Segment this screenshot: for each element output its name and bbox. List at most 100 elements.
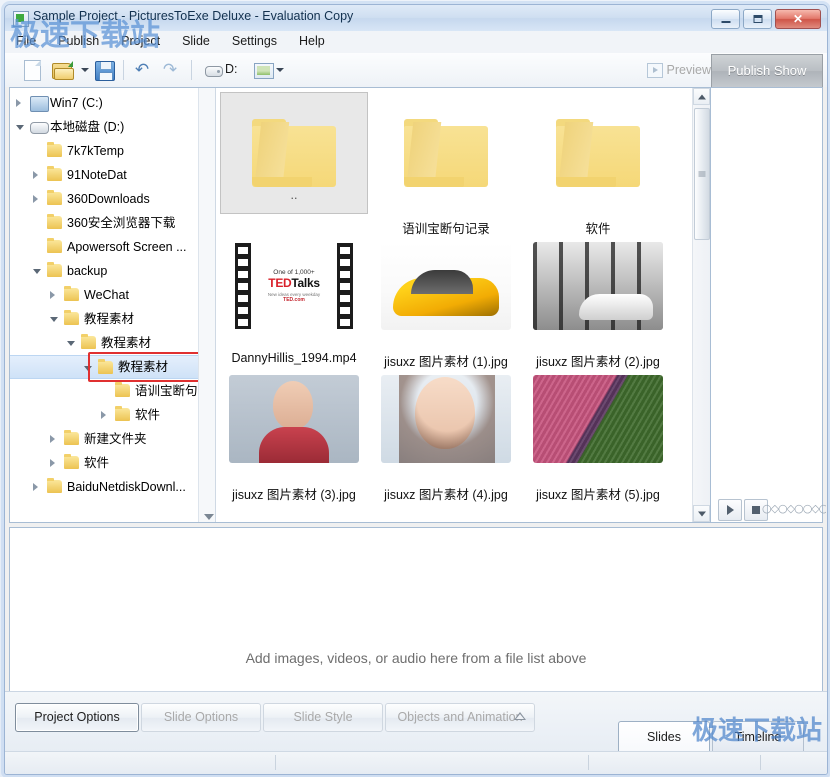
chevron-right-icon[interactable] bbox=[16, 99, 21, 107]
file-item[interactable]: jisuxz 图片素材 (4).jpg bbox=[372, 358, 520, 488]
chevron-right-icon[interactable] bbox=[50, 459, 55, 467]
main-content: Win7 (C:)本地磁盘 (D:)7k7kTemp91NoteDat360Do… bbox=[5, 87, 827, 691]
file-item[interactable]: 软件 bbox=[524, 92, 672, 222]
chevron-right-icon[interactable] bbox=[50, 435, 55, 443]
file-item[interactable]: 语训宝断句记录 bbox=[372, 92, 520, 222]
folder-icon bbox=[115, 408, 130, 421]
menu-item-file[interactable]: File bbox=[5, 31, 47, 51]
folder-tree[interactable]: Win7 (C:)本地磁盘 (D:)7k7kTemp91NoteDat360Do… bbox=[10, 88, 216, 522]
file-item[interactable]: .. bbox=[220, 92, 368, 222]
chevron-right-icon[interactable] bbox=[101, 411, 106, 419]
minimize-button[interactable] bbox=[711, 9, 740, 29]
play-button[interactable] bbox=[718, 499, 742, 521]
status-divider-1 bbox=[275, 755, 276, 770]
file-thumbnail-container bbox=[220, 358, 368, 480]
open-dropdown-icon[interactable] bbox=[81, 68, 89, 72]
tree-item[interactable]: WeChat bbox=[10, 283, 199, 307]
scroll-up-button[interactable] bbox=[693, 88, 710, 105]
tree-item[interactable]: 360Downloads bbox=[10, 187, 199, 211]
tree-item[interactable]: Win7 (C:) bbox=[10, 91, 199, 115]
tree-item[interactable]: 教程素材 bbox=[10, 331, 199, 355]
menu-item-help[interactable]: Help bbox=[288, 31, 336, 51]
collapse-panel-icon[interactable] bbox=[514, 712, 526, 720]
publish-show-button[interactable]: Publish Show bbox=[711, 54, 823, 88]
view-mode-dropdown-icon[interactable] bbox=[276, 68, 284, 72]
tab-slides[interactable]: Slides bbox=[618, 721, 710, 752]
chevron-down-icon[interactable] bbox=[84, 366, 92, 371]
tree-item[interactable]: 教程素材 bbox=[10, 355, 199, 379]
menu-item-project[interactable]: Project bbox=[110, 31, 171, 51]
undo-button[interactable]: ↶ bbox=[129, 57, 155, 83]
file-item[interactable]: One of 1,000+TEDTalksNew ideas every wee… bbox=[220, 225, 368, 355]
tree-item[interactable]: 本地磁盘 (D:) bbox=[10, 115, 199, 139]
menu-item-slide[interactable]: Slide bbox=[171, 31, 221, 51]
preview-button[interactable]: Preview bbox=[647, 58, 711, 82]
chevron-down-icon[interactable] bbox=[16, 125, 24, 130]
menu-item-publish[interactable]: Publish bbox=[47, 31, 110, 51]
tree-item-label: 教程素材 bbox=[118, 356, 168, 378]
view-mode-icon[interactable] bbox=[254, 63, 274, 79]
file-thumbnail-container bbox=[524, 358, 672, 480]
tree-scroll-down-icon[interactable] bbox=[204, 514, 214, 520]
new-project-button[interactable] bbox=[19, 57, 45, 83]
chevron-right-icon[interactable] bbox=[33, 195, 38, 203]
save-project-button[interactable] bbox=[91, 57, 117, 83]
scrollbar-thumb[interactable] bbox=[694, 108, 710, 240]
file-name-label: jisuxz 图片素材 (4).jpg bbox=[372, 484, 520, 503]
tree-item[interactable]: Apowersoft Screen ... bbox=[10, 235, 199, 259]
tree-item[interactable]: BaiduNetdiskDownl... bbox=[10, 475, 199, 499]
menu-bar: FilePublishProjectSlideSettingsHelp bbox=[5, 31, 827, 54]
tree-item[interactable]: 360安全浏览器下载 bbox=[10, 211, 199, 235]
tree-item-label: 软件 bbox=[135, 403, 160, 427]
chevron-right-icon[interactable] bbox=[33, 483, 38, 491]
tab-timeline[interactable]: Timeline bbox=[712, 721, 804, 752]
scroll-down-button[interactable] bbox=[693, 505, 710, 522]
project-options-button[interactable]: Project Options bbox=[15, 703, 139, 732]
folder-icon bbox=[47, 192, 62, 205]
close-button[interactable]: ✕ bbox=[775, 9, 821, 29]
chevron-down-icon[interactable] bbox=[50, 317, 58, 322]
stop-icon bbox=[752, 506, 760, 514]
bottom-toolbar: Project OptionsSlide OptionsSlide StyleO… bbox=[5, 691, 827, 752]
tree-item[interactable]: 软件 bbox=[10, 403, 199, 427]
maximize-button[interactable] bbox=[743, 9, 772, 29]
tree-item[interactable]: 91NoteDat bbox=[10, 163, 199, 187]
undo-icon: ↶ bbox=[133, 61, 151, 79]
tree-item[interactable]: backup bbox=[10, 259, 199, 283]
open-project-button[interactable] bbox=[49, 57, 75, 83]
preview-pane bbox=[710, 87, 823, 523]
tree-scrollbar[interactable] bbox=[198, 88, 215, 522]
file-browser-pane: Win7 (C:)本地磁盘 (D:)7k7kTemp91NoteDat360Do… bbox=[9, 87, 711, 523]
chevron-right-icon[interactable] bbox=[33, 171, 38, 179]
drop-zone-message: Add images, videos, or audio here from a… bbox=[10, 650, 822, 666]
file-item[interactable]: jisuxz 图片素材 (3).jpg bbox=[220, 358, 368, 488]
drive-label[interactable]: D: bbox=[225, 62, 238, 76]
file-list-scrollbar[interactable] bbox=[692, 88, 710, 522]
chevron-down-icon[interactable] bbox=[33, 269, 41, 274]
objects-and-animation-button: Objects and Animation bbox=[385, 703, 535, 732]
title-bar: Sample Project - PicturesToExe Deluxe - … bbox=[5, 5, 827, 32]
file-item[interactable]: jisuxz 图片素材 (2).jpg bbox=[524, 225, 672, 355]
menu-item-settings[interactable]: Settings bbox=[221, 31, 288, 51]
tree-item[interactable]: 教程素材 bbox=[10, 307, 199, 331]
tree-item[interactable]: 7k7kTemp bbox=[10, 139, 199, 163]
tree-item[interactable]: 软件 bbox=[10, 451, 199, 475]
file-item[interactable]: jisuxz 图片素材 (1).jpg bbox=[372, 225, 520, 355]
image-thumbnail bbox=[381, 375, 511, 463]
file-item[interactable]: jisuxz 图片素材 (5).jpg bbox=[524, 358, 672, 488]
folder-icon bbox=[47, 480, 62, 493]
chevron-right-icon[interactable] bbox=[50, 291, 55, 299]
tree-item[interactable]: 语训宝断句记录 bbox=[10, 379, 199, 403]
video-thumbnail: One of 1,000+TEDTalksNew ideas every wee… bbox=[235, 243, 353, 329]
tree-item-label: 新建文件夹 bbox=[84, 427, 147, 451]
redo-button[interactable]: ↷ bbox=[157, 57, 183, 83]
tree-item[interactable]: 新建文件夹 bbox=[10, 427, 199, 451]
file-list[interactable]: ..语训宝断句记录软件 One of 1,000+TEDTalksNew idea… bbox=[216, 88, 710, 522]
folder-icon bbox=[115, 384, 130, 397]
file-thumbnail-container bbox=[372, 92, 520, 214]
chevron-down-icon[interactable] bbox=[67, 341, 75, 346]
preview-label: Preview bbox=[667, 63, 711, 77]
window-frame: Sample Project - PicturesToExe Deluxe - … bbox=[4, 4, 828, 775]
status-bar bbox=[5, 751, 827, 774]
file-thumbnail-container bbox=[372, 358, 520, 480]
